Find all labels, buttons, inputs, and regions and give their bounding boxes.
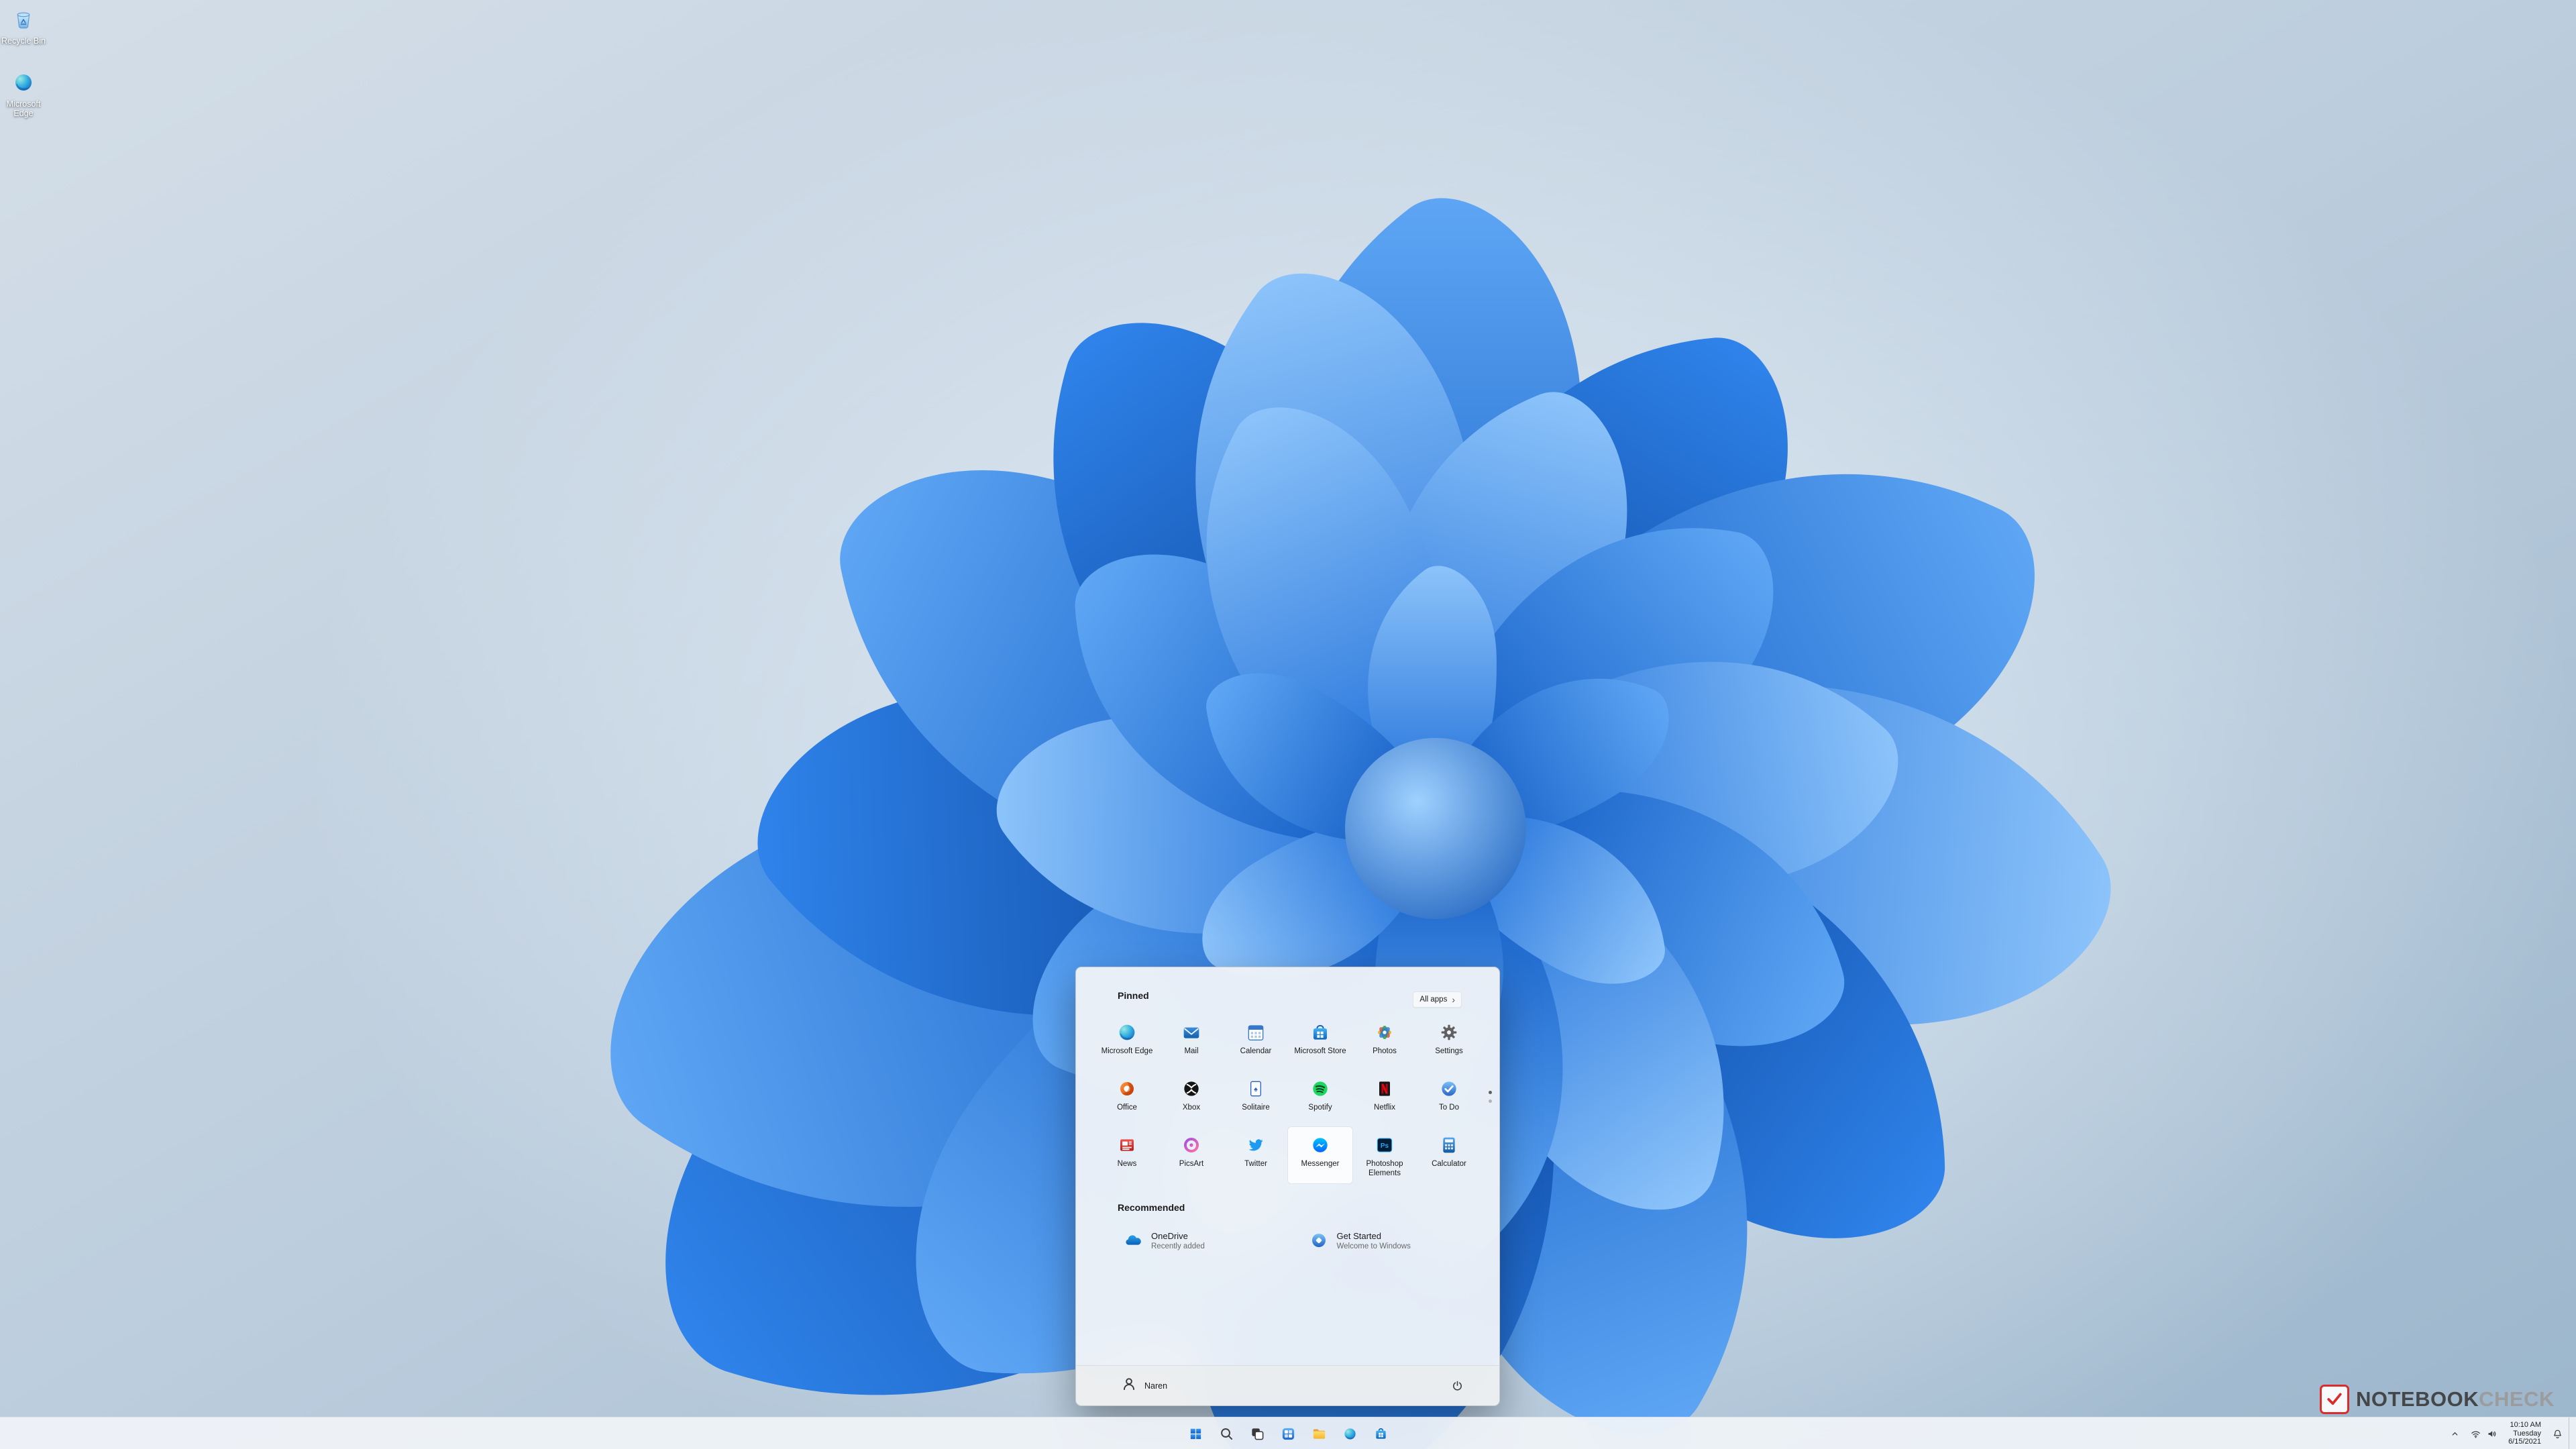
taskbar-center-group — [1182, 1420, 1394, 1447]
start-app-office[interactable]: Office — [1095, 1071, 1159, 1127]
task-view-icon — [1250, 1426, 1265, 1442]
start-app-calculator[interactable]: Calculator — [1417, 1127, 1481, 1183]
recommended-onedrive[interactable]: OneDrive Recently added — [1118, 1222, 1295, 1258]
notification-bell-button[interactable] — [2548, 1421, 2567, 1446]
photoshop-elements-icon — [1374, 1134, 1395, 1156]
user-profile-button[interactable]: Naren — [1114, 1371, 1174, 1400]
power-button[interactable] — [1444, 1373, 1470, 1399]
start-app-microsoft-store[interactable]: Microsoft Store — [1288, 1014, 1352, 1071]
bell-icon — [2552, 1428, 2563, 1440]
gear-icon — [1438, 1022, 1460, 1043]
desktop-icon-recycle-bin[interactable]: Recycle Bin — [0, 8, 50, 46]
xbox-icon — [1181, 1078, 1202, 1099]
recommended-header: Recommended — [1118, 1202, 1185, 1213]
taskbar: 10:10 AM Tuesday 6/15/2021 — [0, 1417, 2576, 1449]
chevron-up-icon — [2449, 1428, 2461, 1440]
twitter-icon — [1245, 1134, 1267, 1156]
show-desktop-button[interactable] — [2569, 1417, 2573, 1449]
user-avatar-icon — [1120, 1375, 1138, 1396]
search-icon — [1219, 1426, 1234, 1442]
tray-network-volume-button[interactable] — [2466, 1421, 2502, 1446]
clock-date: 6/15/2021 — [2508, 1438, 2541, 1446]
photos-icon — [1374, 1022, 1395, 1043]
start-app-netflix[interactable]: Netflix — [1352, 1071, 1417, 1127]
start-app-spotify[interactable]: Spotify — [1288, 1071, 1352, 1127]
taskbar-store-button[interactable] — [1367, 1420, 1394, 1447]
taskbar-task-view-button[interactable] — [1244, 1420, 1271, 1447]
desktop-icon-microsoft-edge[interactable]: Microsoft Edge — [0, 71, 50, 118]
clock-weekday: Tuesday — [2513, 1429, 2541, 1438]
taskbar-search-button[interactable] — [1213, 1420, 1240, 1447]
wifi-icon — [2470, 1428, 2481, 1440]
netflix-icon — [1374, 1078, 1395, 1099]
all-apps-button[interactable]: All apps › — [1413, 991, 1462, 1008]
messenger-icon — [1309, 1134, 1331, 1156]
edge-icon — [12, 71, 35, 97]
mail-icon — [1181, 1022, 1202, 1043]
start-app-picsart[interactable]: PicsArt — [1159, 1127, 1224, 1183]
picsart-icon — [1181, 1134, 1202, 1156]
start-app-to-do[interactable]: To Do — [1417, 1071, 1481, 1127]
start-app-messenger[interactable]: Messenger — [1288, 1127, 1352, 1183]
widgets-icon — [1281, 1426, 1296, 1442]
windows-logo-icon — [1188, 1426, 1203, 1442]
all-apps-label: All apps — [1419, 996, 1448, 1004]
power-icon — [1451, 1379, 1464, 1392]
tray-clock-button[interactable]: 10:10 AM Tuesday 6/15/2021 — [2503, 1419, 2546, 1448]
notebookcheck-logo-icon — [2320, 1385, 2349, 1414]
pager-dot-current[interactable] — [1489, 1091, 1492, 1094]
onedrive-icon — [1123, 1230, 1143, 1250]
start-app-solitaire[interactable]: Solitaire — [1224, 1071, 1288, 1127]
start-app-photoshop-elements[interactable]: Photoshop Elements — [1352, 1127, 1417, 1183]
spotify-icon — [1309, 1078, 1331, 1099]
office-icon — [1116, 1078, 1138, 1099]
edge-icon — [1116, 1022, 1138, 1043]
clock-time: 10:10 AM — [2510, 1421, 2541, 1430]
start-app-photos[interactable]: Photos — [1352, 1014, 1417, 1071]
taskbar-start-button[interactable] — [1182, 1420, 1209, 1447]
get-started-icon — [1309, 1230, 1329, 1250]
pager-dot[interactable] — [1489, 1099, 1492, 1103]
folder-icon — [1311, 1426, 1327, 1442]
start-app-calendar[interactable]: Calendar — [1224, 1014, 1288, 1071]
calculator-icon — [1438, 1134, 1460, 1156]
taskbar-file-explorer-button[interactable] — [1305, 1420, 1332, 1447]
taskbar-edge-button[interactable] — [1336, 1420, 1363, 1447]
chevron-right-icon: › — [1452, 994, 1455, 1005]
notebookcheck-watermark: NOTEBOOKCHECK — [2320, 1385, 2555, 1414]
notebookcheck-brand-text: NOTEBOOKCHECK — [2356, 1387, 2555, 1411]
start-app-news[interactable]: News — [1095, 1127, 1159, 1183]
recycle-bin-icon — [12, 8, 35, 34]
taskbar-widgets-button[interactable] — [1275, 1420, 1301, 1447]
calendar-icon — [1245, 1022, 1267, 1043]
store-bag-icon — [1373, 1426, 1389, 1442]
desktop-icon-label: Microsoft Edge — [6, 99, 41, 118]
pinned-app-grid: Microsoft Edge Mail Calendar Microsoft S… — [1095, 1014, 1481, 1183]
desktop-icon-label: Recycle Bin — [1, 36, 46, 46]
pinned-pager[interactable] — [1489, 1091, 1492, 1103]
store-icon — [1309, 1022, 1331, 1043]
todo-icon — [1438, 1078, 1460, 1099]
volume-icon — [2486, 1428, 2498, 1440]
start-app-twitter[interactable]: Twitter — [1224, 1127, 1288, 1183]
start-app-xbox[interactable]: Xbox — [1159, 1071, 1224, 1127]
start-app-microsoft-edge[interactable]: Microsoft Edge — [1095, 1014, 1159, 1071]
start-menu: Pinned All apps › Microsoft Edge Mail Ca… — [1075, 967, 1500, 1406]
news-icon — [1116, 1134, 1138, 1156]
edge-icon — [1342, 1426, 1358, 1442]
recommended-get-started[interactable]: Get Started Welcome to Windows — [1303, 1222, 1481, 1258]
start-app-settings[interactable]: Settings — [1417, 1014, 1481, 1071]
start-menu-footer: Naren — [1076, 1365, 1499, 1405]
tray-hidden-icons-button[interactable] — [2445, 1421, 2465, 1446]
system-tray: 10:10 AM Tuesday 6/15/2021 — [2445, 1417, 2573, 1449]
user-name: Naren — [1144, 1381, 1168, 1391]
start-app-mail[interactable]: Mail — [1159, 1014, 1224, 1071]
solitaire-icon — [1245, 1078, 1267, 1099]
